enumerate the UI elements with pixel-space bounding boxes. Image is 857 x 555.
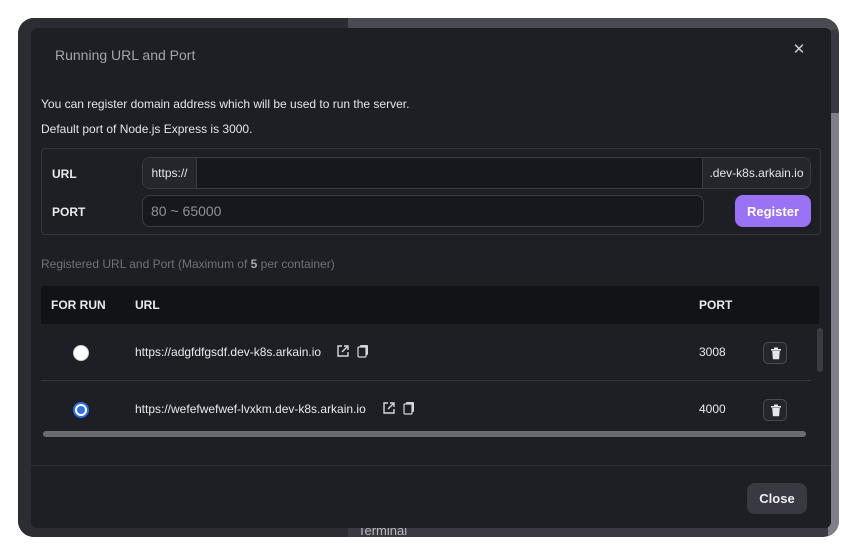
register-form: URL https:// .dev-k8s.arkain.io PORT Reg… — [41, 148, 821, 235]
registered-note-suffix: per container) — [257, 257, 335, 271]
copy-icon[interactable] — [356, 344, 370, 358]
url-input-group: https:// .dev-k8s.arkain.io — [142, 157, 811, 189]
header-for-run: FOR RUN — [51, 298, 106, 312]
footer-divider — [31, 465, 831, 466]
table-row: https://wefefwefwef-lvxkm.dev-k8s.arkain… — [41, 382, 811, 436]
for-run-radio-selected[interactable] — [73, 402, 89, 418]
running-url-port-modal: Running URL and Port ✕ You can register … — [31, 28, 831, 528]
copy-icon[interactable] — [402, 401, 416, 415]
row-port: 4000 — [699, 402, 726, 416]
row-url: https://wefefwefwef-lvxkm.dev-k8s.arkain… — [135, 402, 366, 416]
url-prefix: https:// — [143, 158, 197, 188]
description-line-1: You can register domain address which wi… — [41, 97, 410, 111]
modal-title: Running URL and Port — [55, 47, 196, 63]
registered-note: Registered URL and Port (Maximum of 5 pe… — [41, 257, 335, 271]
table-row: https://adgfdfgsdf.dev-k8s.arkain.io 300… — [41, 325, 811, 381]
open-external-icon[interactable] — [336, 344, 350, 358]
port-input[interactable] — [142, 195, 704, 227]
close-icon[interactable]: ✕ — [791, 42, 807, 58]
header-url: URL — [135, 298, 160, 312]
delete-button[interactable] — [763, 342, 787, 364]
registered-url-table: FOR RUN URL PORT https://adgfdfgsdf.dev-… — [41, 286, 819, 436]
url-suffix: .dev-k8s.arkain.io — [702, 158, 810, 188]
port-label: PORT — [52, 205, 86, 219]
url-label: URL — [52, 167, 77, 181]
url-input[interactable] — [197, 158, 702, 188]
trash-icon — [771, 347, 781, 360]
description-line-2: Default port of Node.js Express is 3000. — [41, 122, 253, 136]
register-button[interactable]: Register — [735, 195, 811, 227]
row-port: 3008 — [699, 345, 726, 359]
for-run-radio[interactable] — [73, 345, 89, 361]
horizontal-scrollbar[interactable] — [43, 431, 806, 437]
delete-button[interactable] — [763, 399, 787, 421]
table-header: FOR RUN URL PORT — [41, 286, 819, 324]
registered-note-prefix: Registered URL and Port (Maximum of — [41, 257, 251, 271]
vertical-scrollbar[interactable] — [817, 328, 823, 372]
header-port: PORT — [699, 298, 733, 312]
open-external-icon[interactable] — [382, 401, 396, 415]
close-button[interactable]: Close — [747, 483, 807, 514]
row-url: https://adgfdfgsdf.dev-k8s.arkain.io — [135, 345, 322, 359]
trash-icon — [771, 404, 781, 417]
